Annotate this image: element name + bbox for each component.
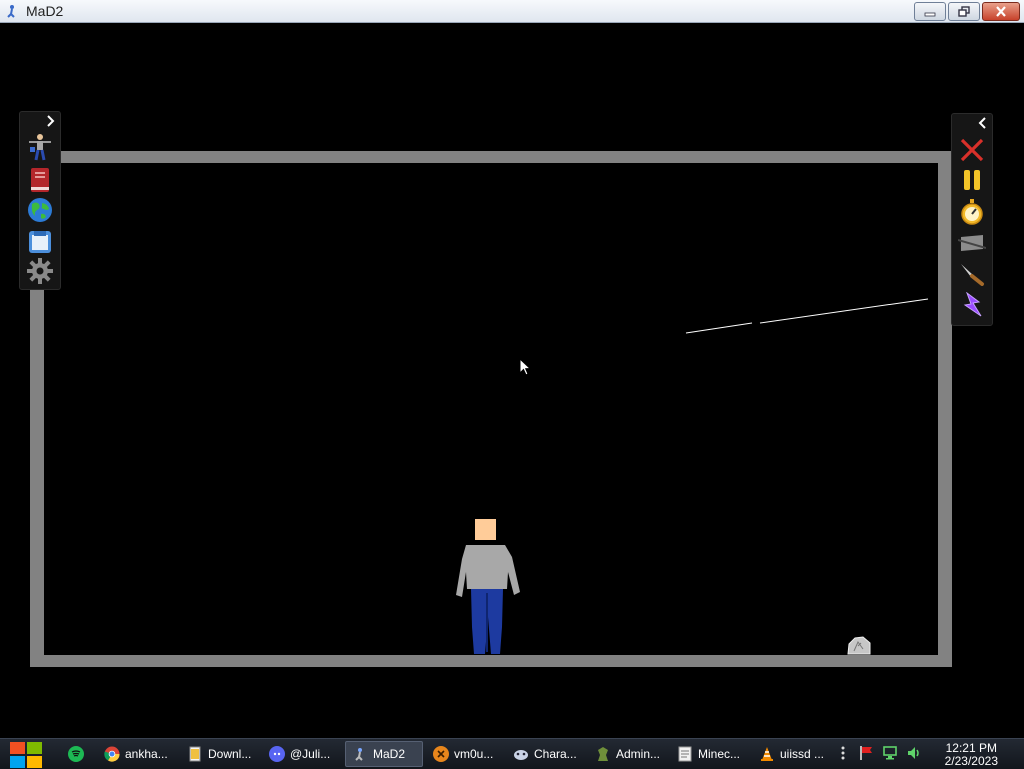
volume-icon[interactable] [906, 745, 922, 761]
time-scale-button[interactable] [958, 198, 986, 226]
gear-icon [27, 258, 53, 284]
knife-tool-button[interactable] [958, 260, 986, 288]
tracer-line [685, 298, 929, 334]
slow-motion-icon [958, 235, 986, 251]
ragdoll-icon [29, 134, 51, 161]
action-center-flag-icon[interactable] [858, 745, 874, 761]
clear-scene-button[interactable] [958, 136, 986, 164]
clock-date: 2/23/2023 [944, 754, 998, 768]
lightning-icon [963, 292, 982, 317]
network-icon[interactable] [882, 745, 898, 761]
chrome-icon [104, 746, 120, 762]
windows-logo-icon [10, 742, 42, 768]
spawn-ragdoll-button[interactable] [26, 133, 54, 161]
taskbar-item-label: Admin... [616, 747, 661, 761]
taskbar-item-label: Minec... [698, 747, 741, 761]
book-icon [31, 168, 49, 192]
close-icon [996, 6, 1006, 17]
taskbar-item-vm[interactable]: vm0u... [427, 741, 505, 767]
close-button[interactable] [982, 2, 1020, 21]
taskbar-clock[interactable]: 12:21 PM 2/23/2023 [945, 742, 998, 768]
minimize-icon [924, 12, 936, 16]
document-icon [677, 746, 693, 762]
globe-icon [28, 198, 52, 222]
pause-button[interactable] [958, 166, 986, 194]
character-head [475, 519, 496, 540]
tray-overflow-icon[interactable] [838, 745, 848, 761]
book-button[interactable] [26, 166, 54, 194]
spotify-icon [68, 746, 84, 762]
taskbar: ankha... Downl... @Juli... MaD2 vm0u... … [0, 738, 1024, 769]
arena-wall-right [938, 151, 952, 667]
taskbar-item-minecraft[interactable]: Minec... [671, 741, 751, 767]
restore-icon [958, 6, 970, 17]
taskbar-item-label: @Juli... [290, 747, 331, 761]
taskbar-item-character[interactable]: Chara... [507, 741, 587, 767]
vm-icon [433, 746, 449, 762]
discord-icon [269, 746, 285, 762]
expand-panel-button[interactable] [42, 113, 58, 129]
arena-wall-top [30, 151, 952, 163]
stopwatch-icon [961, 199, 983, 225]
lightning-tool-button[interactable] [958, 291, 986, 319]
window-title: MaD2 [26, 3, 64, 19]
mad2-icon [352, 746, 368, 762]
window-titlebar: MaD2 [0, 0, 1024, 23]
chevron-left-icon [978, 117, 986, 129]
save-icon [29, 231, 51, 253]
taskbar-item-vlc[interactable]: uiissd ... [753, 741, 833, 767]
world-button[interactable] [26, 196, 54, 224]
slow-motion-button[interactable] [958, 229, 986, 257]
taskbar-item-label: Chara... [534, 747, 577, 761]
taskbar-spotify[interactable] [62, 741, 92, 767]
folder-icon [187, 746, 203, 762]
minimize-button[interactable] [914, 2, 946, 21]
ragdoll-character[interactable] [452, 517, 524, 657]
vlc-cone-icon [759, 746, 775, 762]
start-button[interactable] [8, 741, 44, 769]
rock-object[interactable] [846, 634, 872, 656]
chevron-right-icon [47, 115, 55, 127]
taskbar-item-mad2[interactable]: MaD2 [345, 741, 423, 767]
close-x-icon [960, 138, 984, 162]
character-app-icon [513, 746, 529, 762]
taskbar-item-explorer[interactable]: Downl... [181, 741, 261, 767]
taskbar-item-label: MaD2 [373, 747, 406, 761]
right-tool-panel [951, 113, 993, 326]
collapse-panel-button[interactable] [975, 115, 991, 131]
taskbar-item-label: vm0u... [454, 747, 494, 761]
app-icon [7, 5, 15, 18]
knife-icon [961, 264, 984, 286]
taskbar-item-chrome[interactable]: ankha... [98, 741, 178, 767]
restore-button[interactable] [948, 2, 980, 21]
taskbar-item-discord[interactable]: @Juli... [263, 741, 343, 767]
settings-button[interactable] [26, 257, 54, 285]
system-tray [838, 745, 922, 761]
mouse-cursor-icon [519, 358, 532, 376]
left-tool-panel [19, 111, 61, 290]
save-button[interactable] [26, 228, 54, 256]
admin-icon [595, 746, 611, 762]
taskbar-item-label: ankha... [125, 747, 168, 761]
taskbar-item-label: Downl... [208, 747, 252, 761]
pause-icon [964, 170, 980, 190]
taskbar-item-label: uiissd ... [780, 747, 825, 761]
taskbar-item-admin[interactable]: Admin... [589, 741, 669, 767]
